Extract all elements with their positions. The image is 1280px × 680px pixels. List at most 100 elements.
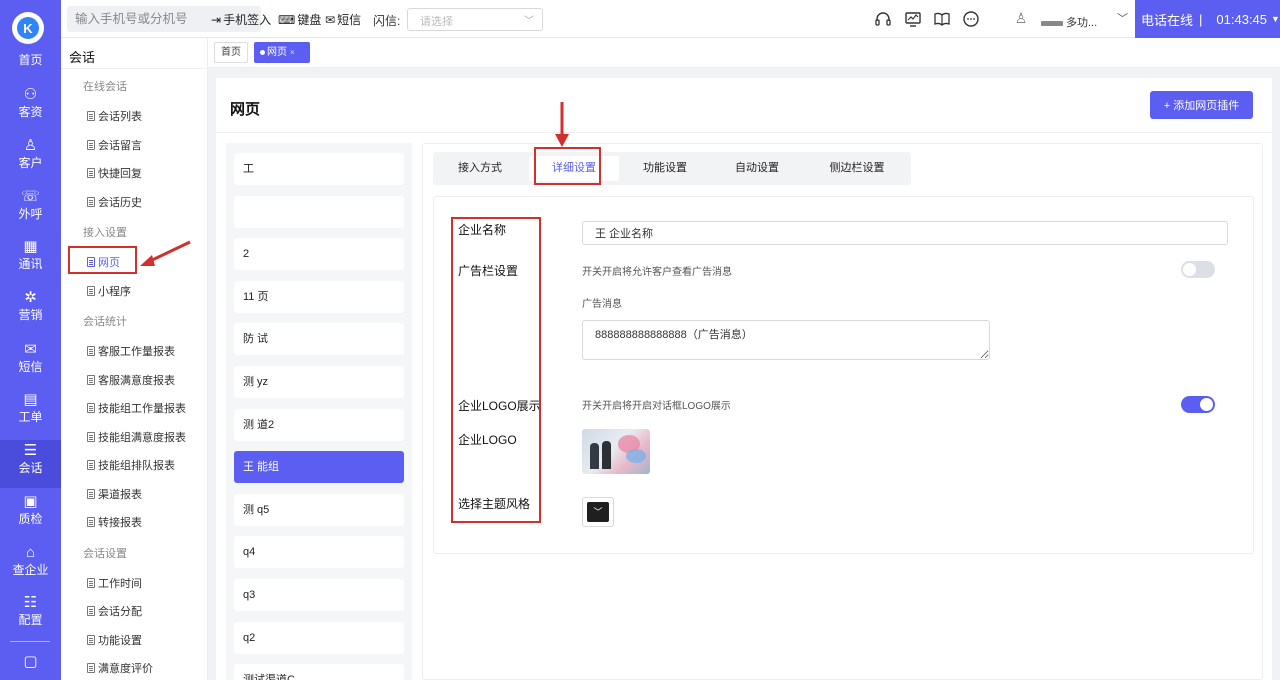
ad-message-label: 广告消息 (582, 299, 622, 310)
phone-signin-button[interactable]: ⇥ 手机签入 (211, 11, 271, 28)
subnav-item-0-2[interactable]: 快捷回复 (87, 165, 142, 181)
app-logo-icon: K (17, 17, 39, 39)
subnav-group-title: 在线会话 (83, 81, 127, 93)
headset-icon[interactable] (872, 8, 894, 30)
plugin-item[interactable]: 王 能组 (234, 451, 404, 484)
rail-item-4[interactable]: ▦ 通讯 (0, 238, 61, 282)
ad-message-textarea[interactable]: 888888888888888（广告消息） (582, 320, 990, 360)
plugin-item[interactable]: 测 道2 (234, 408, 404, 441)
rail-item-11[interactable]: ☷ 配置 (0, 594, 61, 638)
tab-detail-0[interactable]: 接入方式 (433, 152, 527, 185)
rail-item-1[interactable]: ⚇ 客资 (0, 86, 61, 130)
plugin-item[interactable]: 2 (234, 238, 404, 271)
rail-item-2[interactable]: ♙ 客户 (0, 137, 61, 181)
close-icon[interactable]: × (290, 48, 295, 57)
subnav-item-label: 会话历史 (98, 196, 142, 209)
tab-detail-4[interactable]: 侧边栏设置 (803, 152, 911, 185)
rail-item-7[interactable]: ▤ 工单 (0, 391, 61, 435)
outbound-call-icon: ☏ (21, 188, 40, 205)
ad-toggle[interactable] (1181, 261, 1215, 278)
subnav-item-3-0[interactable]: 工作时间 (87, 575, 142, 591)
subnav-item-0-3[interactable]: 会话历史 (87, 194, 142, 210)
subnav-item-2-0[interactable]: 客服工作量报表 (87, 343, 175, 359)
rail-item-12[interactable]: ▢ (0, 653, 61, 680)
plugin-item[interactable]: q3 (234, 579, 404, 611)
rail-item-9[interactable]: ▣ 质检 (0, 493, 61, 537)
message-icon[interactable] (960, 8, 982, 30)
plugin-item[interactable]: q4 (234, 536, 404, 569)
theme-color-picker[interactable]: ﹀ (582, 497, 614, 527)
chevron-down-icon[interactable]: ﹀ (1117, 10, 1128, 26)
subnav-item-2-4[interactable]: 技能组排队报表 (87, 457, 175, 473)
plugin-item[interactable] (234, 195, 404, 228)
rail-divider (10, 641, 50, 642)
rail-item-10[interactable]: ⌂ 查企业 (0, 544, 61, 588)
document-icon (87, 634, 95, 645)
company-logo-image[interactable] (582, 429, 650, 474)
subnav-item-2-6[interactable]: 转接报表 (87, 514, 142, 530)
company-name-input[interactable] (582, 221, 1228, 245)
rail-item-label: 客资 (18, 105, 43, 119)
subnav-item-1-1[interactable]: 小程序 (87, 283, 131, 299)
subnav-item-0-0[interactable]: 会话列表 (87, 108, 142, 124)
subnav-item-2-5[interactable]: 渠道报表 (87, 486, 142, 502)
signin-icon: ⇥ (211, 12, 222, 27)
user-avatar-icon[interactable]: ♙ (1011, 8, 1031, 28)
active-dot-icon (260, 49, 265, 55)
plugin-item-label: q4 (243, 546, 256, 559)
customer-resource-icon: ⚇ (23, 86, 38, 103)
tab-webpage[interactable]: 网页 × (254, 42, 310, 63)
plugin-item[interactable]: 测 yz (234, 366, 404, 398)
rail-item-5[interactable]: ✲ 营销 (0, 289, 61, 333)
plugin-item[interactable]: 测 q5 (234, 493, 404, 526)
subnav-item-0-1[interactable]: 会话留言 (87, 137, 142, 153)
subnav-item-1-0[interactable]: 网页 (87, 254, 120, 270)
tab-detail-3[interactable]: 自动设置 (711, 152, 803, 185)
subnav-item-3-1[interactable]: 会话分配 (87, 603, 142, 619)
plugin-item[interactable]: 工 (234, 153, 404, 185)
plugin-detail-panel: 接入方式详细设置功能设置自动设置侧边栏设置 企业名称 广告栏设置 开关开启将允许… (422, 143, 1263, 680)
main-rail: K 首页 ⚇ 客资 ♙ 客户 ☏ 外呼 ▦ 通讯 ✲ 营销 ✉ 短信 ▤ 工单 ☰ 会话 ▣ 质检 ⌂ 查企业 ☷ 配置 ▢ (0, 0, 61, 680)
document-icon (87, 111, 95, 121)
subnav-item-label: 技能组工作量报表 (98, 403, 186, 415)
subnav-item-label: 工作时间 (98, 577, 142, 590)
subnav-item-label: 渠道报表 (98, 488, 142, 501)
subnav-item-2-1[interactable]: 客服满意度报表 (87, 372, 175, 388)
document-icon (87, 488, 95, 499)
subnav-title: 会话 (69, 50, 96, 65)
plugin-item-label: 测 道2 (243, 418, 275, 431)
plugin-item-label: q3 (243, 589, 256, 601)
plugin-item[interactable]: 测试渠道C (234, 664, 404, 680)
rail-item-8[interactable]: ☰ 会话 (0, 440, 61, 488)
plugin-item[interactable]: 11 页 (234, 280, 404, 313)
subnav-item-2-3[interactable]: 技能组满意度报表 (87, 429, 186, 445)
plugin-item-label: 工 (243, 163, 254, 175)
monitor-icon[interactable] (902, 8, 924, 30)
tab-detail-2[interactable]: 功能设置 (619, 152, 711, 185)
rail-item-3[interactable]: ☏ 外呼 (0, 188, 61, 232)
document-icon (87, 168, 95, 178)
book-icon[interactable] (931, 8, 953, 30)
tab-detail-1[interactable]: 详细设置 (529, 156, 619, 181)
subnav-item-2-2[interactable]: 技能组工作量报表 (87, 400, 186, 416)
logo-display-toggle[interactable] (1181, 396, 1215, 413)
logo-display-label: 企业LOGO展示 (458, 399, 541, 413)
user-name[interactable]: 多功... (1041, 14, 1097, 30)
app-logo[interactable]: K (12, 12, 44, 44)
subnav-item-3-3[interactable]: 满意度评价 (87, 660, 153, 676)
document-icon (87, 374, 95, 385)
more-icon: ▢ (23, 653, 38, 670)
plugin-item-label: 11 页 (243, 290, 269, 303)
keyboard-button[interactable]: ⌨ 键盘 (278, 11, 321, 28)
caret-down-icon: ▼ (1271, 14, 1280, 24)
phone-status[interactable]: 电话在线 | 01:43:45 ▼ (1135, 0, 1280, 38)
rail-item-6[interactable]: ✉ 短信 (0, 341, 61, 385)
add-web-plugin-button[interactable]: + 添加网页插件 (1150, 91, 1253, 119)
sms-button[interactable]: ✉ 短信 (325, 11, 361, 28)
flash-select[interactable]: 请选择 ﹀ (407, 8, 543, 31)
plugin-item[interactable]: 防 试 (234, 323, 404, 356)
subnav-item-3-2[interactable]: 功能设置 (87, 632, 142, 648)
tab-home[interactable]: 首页 (214, 42, 248, 63)
plugin-item[interactable]: q2 (234, 621, 404, 654)
rail-item-label: 配置 (18, 613, 43, 627)
